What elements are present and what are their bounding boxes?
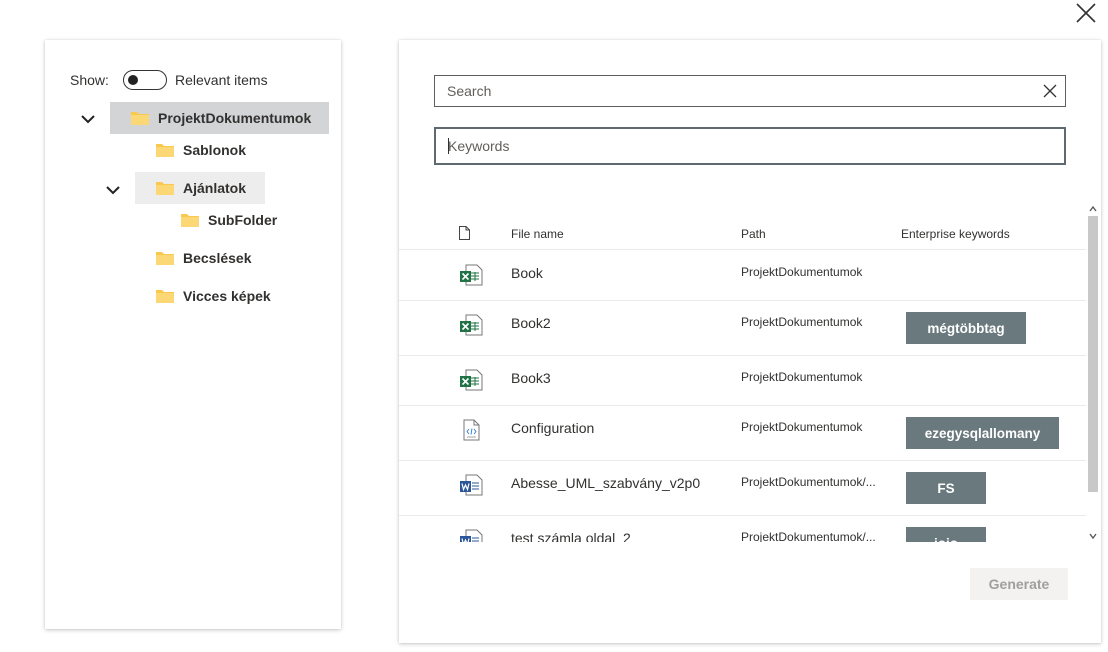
- tree-item-label: ProjektDokumentumok: [158, 110, 312, 126]
- tree-item-vicces-kepek[interactable]: Vicces képek: [135, 280, 271, 312]
- file-path: ProjektDokumentumok/...: [741, 530, 876, 542]
- tree-item-label: Ajánlatok: [183, 180, 247, 196]
- tree-item-subfolder[interactable]: SubFolder: [160, 204, 277, 236]
- toggle-label: Relevant items: [175, 72, 268, 88]
- code-file-icon: [463, 419, 480, 441]
- table-row[interactable]: Book2 ProjektDokumentumok mégtöbbtag: [399, 301, 1086, 356]
- file-path: ProjektDokumentumok: [741, 315, 863, 329]
- folder-icon: [181, 214, 199, 227]
- tree-item-label: Vicces képek: [183, 288, 271, 304]
- word-file-icon: [460, 529, 483, 542]
- folder-icon: [156, 252, 174, 265]
- file-name: Book: [511, 265, 543, 281]
- column-header-file-name[interactable]: File name: [511, 227, 564, 241]
- keyword-tag[interactable]: FS: [906, 472, 986, 504]
- show-label: Show:: [70, 72, 109, 88]
- folder-tree-panel: Show: Relevant items ProjektDokumentumok…: [45, 40, 341, 629]
- chevron-down-icon[interactable]: [105, 184, 121, 196]
- table-row[interactable]: Abesse_UML_szabvány_v2p0 ProjektDokument…: [399, 461, 1086, 516]
- file-name: Book3: [511, 370, 551, 386]
- toggle-knob: [128, 75, 138, 85]
- file-list-scrollbar[interactable]: [1086, 202, 1100, 544]
- file-name: Configuration: [511, 420, 595, 436]
- keyword-tag[interactable]: ioio: [906, 527, 986, 542]
- keyword-tag[interactable]: ezegysqlallomany: [906, 417, 1059, 449]
- table-row[interactable]: Book ProjektDokumentumok: [399, 251, 1086, 301]
- keywords-input[interactable]: [436, 129, 1064, 163]
- text-caret: [448, 138, 449, 154]
- file-icon: [459, 226, 470, 240]
- tree-item-becslesek[interactable]: Becslések: [135, 242, 252, 274]
- file-list-header: File name Path Enterprise keywords: [399, 212, 1086, 250]
- file-path: ProjektDokumentumok/...: [741, 475, 876, 489]
- close-dialog-button[interactable]: [1072, 0, 1100, 26]
- clear-icon: [1043, 84, 1057, 98]
- column-header-path[interactable]: Path: [741, 227, 766, 241]
- tree-item-label: Becslések: [183, 250, 252, 266]
- tree-item-label: SubFolder: [208, 212, 278, 228]
- file-name: Abesse_UML_szabvány_v2p0: [511, 475, 701, 491]
- file-name: Book2: [511, 315, 551, 331]
- file-path: ProjektDokumentumok: [741, 420, 863, 434]
- file-name: test számla oldal_2: [511, 530, 631, 542]
- tree-item-projektdokumentumok[interactable]: ProjektDokumentumok: [110, 102, 329, 134]
- close-icon: [1076, 3, 1096, 23]
- folder-icon: [156, 144, 174, 157]
- folder-icon: [156, 182, 174, 195]
- file-picker-panel: File name Path Enterprise keywords Book …: [399, 40, 1101, 643]
- keyword-tag[interactable]: mégtöbbtag: [906, 312, 1026, 344]
- tree-item-label: Sablonok: [183, 142, 247, 158]
- word-file-icon: [460, 474, 483, 496]
- search-clear-button[interactable]: [1035, 76, 1065, 106]
- file-list: File name Path Enterprise keywords Book …: [399, 212, 1086, 542]
- chevron-down-icon[interactable]: [80, 113, 96, 125]
- folder-icon: [156, 290, 174, 303]
- tree-item-ajanlatok[interactable]: Ajánlatok: [135, 172, 265, 204]
- table-row[interactable]: test számla oldal_2 ProjektDokumentumok/…: [399, 516, 1086, 542]
- keywords-box: [434, 127, 1066, 165]
- generate-button[interactable]: Generate: [970, 568, 1068, 600]
- file-path: ProjektDokumentumok: [741, 370, 863, 384]
- search-box: [434, 75, 1066, 107]
- scroll-up-icon[interactable]: [1088, 204, 1098, 214]
- file-path: ProjektDokumentumok: [741, 265, 863, 279]
- excel-file-icon: [460, 314, 483, 336]
- relevant-filter: Show: Relevant items: [70, 70, 268, 90]
- column-header-keywords[interactable]: Enterprise keywords: [901, 227, 1010, 241]
- tree-item-sablonok[interactable]: Sablonok: [135, 134, 246, 166]
- relevant-items-toggle[interactable]: [123, 70, 167, 90]
- scroll-thumb[interactable]: [1088, 216, 1098, 492]
- table-row[interactable]: Configuration ProjektDokumentumok ezegys…: [399, 406, 1086, 461]
- excel-file-icon: [460, 264, 483, 286]
- scroll-down-icon[interactable]: [1088, 531, 1098, 541]
- search-input[interactable]: [435, 76, 1035, 106]
- folder-icon: [131, 112, 149, 125]
- table-row[interactable]: Book3 ProjektDokumentumok: [399, 356, 1086, 406]
- excel-file-icon: [460, 369, 483, 391]
